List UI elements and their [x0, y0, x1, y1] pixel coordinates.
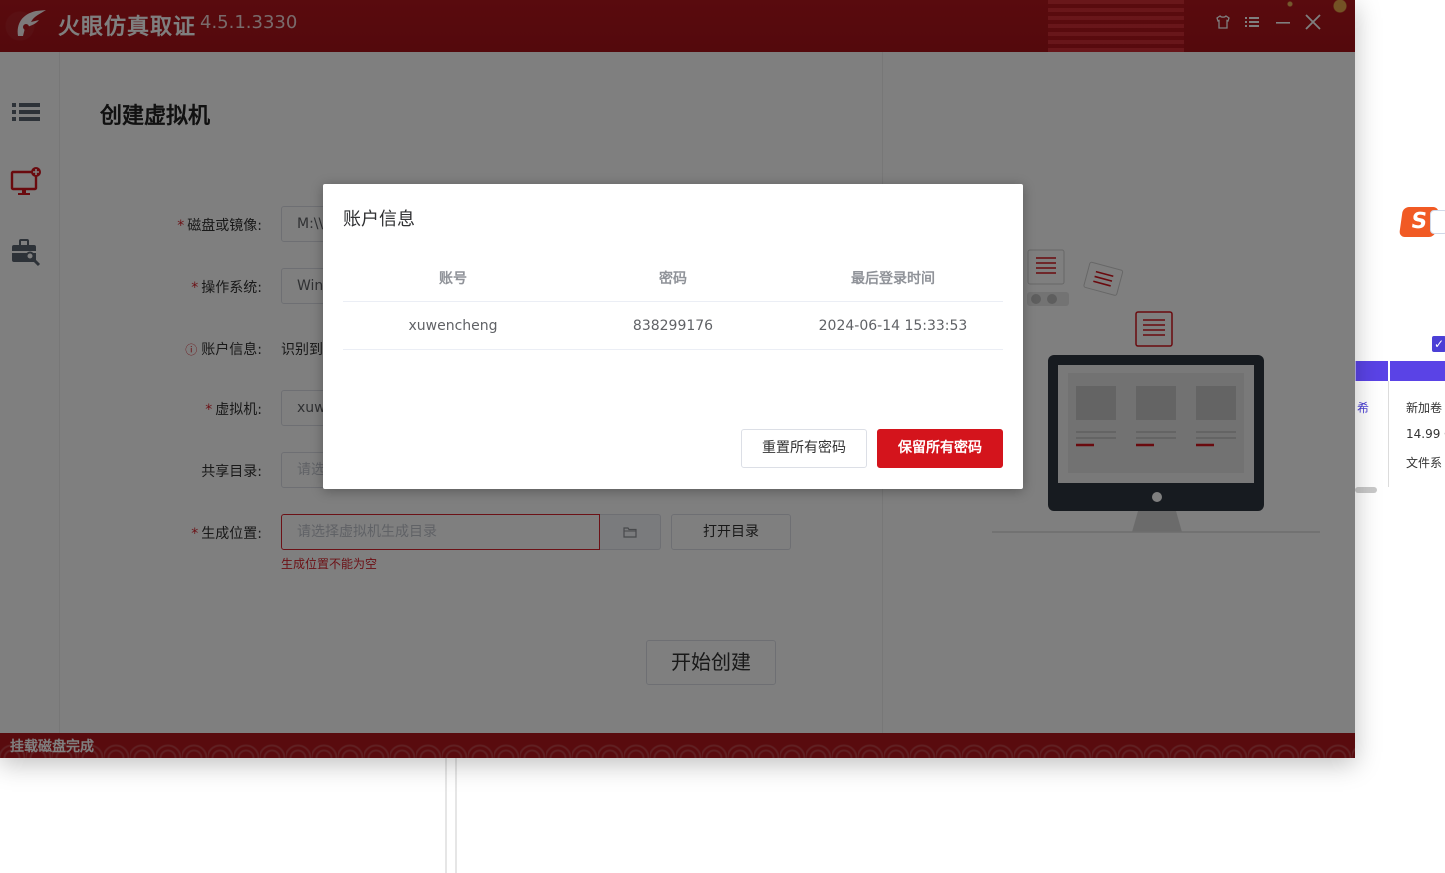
sogou-toolbar[interactable] [1430, 210, 1445, 234]
background-cell: 文件系 [1406, 456, 1443, 470]
background-divider [455, 758, 457, 873]
background-cell: 14.99 C [1406, 427, 1445, 441]
cell-password: 838299176 [632, 317, 714, 334]
column-header-account: 账号 [439, 270, 467, 287]
account-info-dialog: 账户信息 账号 密码 最后登录时间 xuwencheng 838299176 2… [323, 184, 1023, 489]
keep-all-passwords-button[interactable]: 保留所有密码 [877, 429, 1003, 468]
reset-all-passwords-button[interactable]: 重置所有密码 [741, 429, 867, 468]
table-header-row: 账号 密码 最后登录时间 [343, 254, 1003, 302]
cell-account: xuwencheng [408, 317, 498, 334]
background-table-header [1355, 361, 1445, 381]
background-table-divider [1388, 381, 1389, 487]
background-divider [445, 758, 447, 873]
column-header-password: 密码 [659, 270, 687, 287]
column-header-last-login: 最后登录时间 [851, 270, 935, 287]
background-scrollbar[interactable] [1355, 487, 1377, 493]
account-table: 账号 密码 最后登录时间 xuwencheng 838299176 2024-0… [343, 254, 1003, 350]
checkbox-icon[interactable]: ✓ [1432, 336, 1445, 352]
dialog-title: 账户信息 [343, 209, 415, 230]
background-cell: 新加卷 [1406, 401, 1443, 415]
table-row[interactable]: xuwencheng 838299176 2024-06-14 15:33:53 [343, 302, 1003, 350]
background-link[interactable]: 希 [1357, 399, 1369, 416]
cell-last-login: 2024-06-14 15:33:53 [818, 317, 968, 334]
